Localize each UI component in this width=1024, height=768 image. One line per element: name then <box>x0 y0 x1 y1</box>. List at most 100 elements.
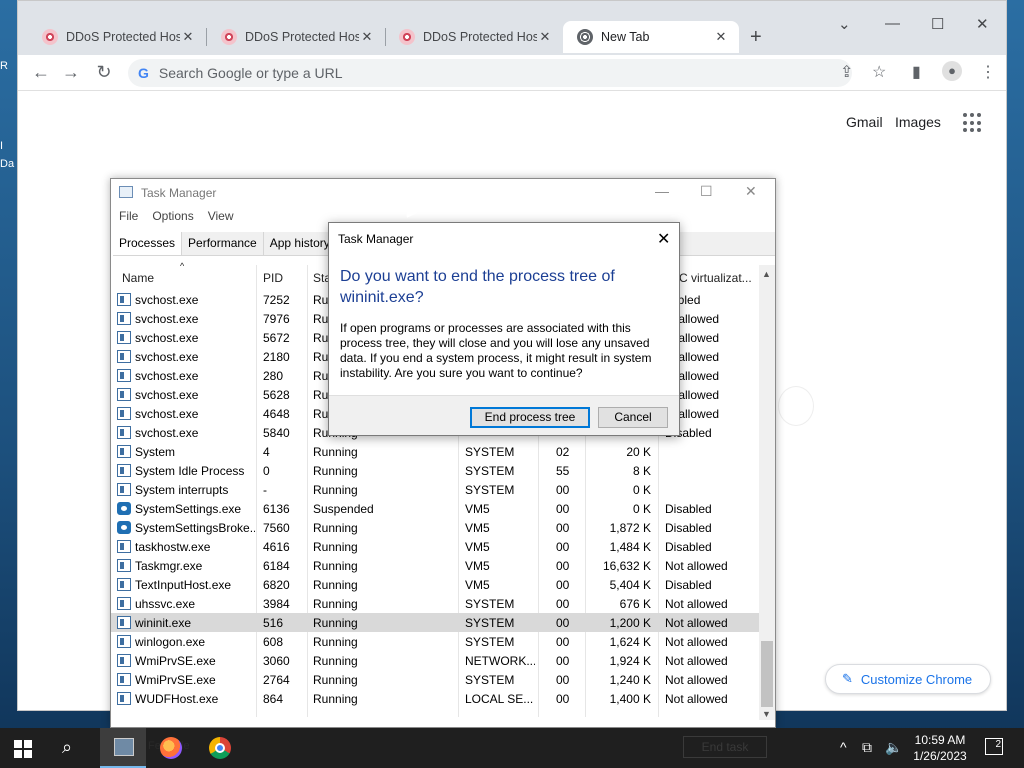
process-row[interactable]: SystemSettingsBroke... 7560 Running VM5 00 1,… <box>111 518 759 537</box>
process-user: SYSTEM <box>465 597 515 611</box>
tab-performance[interactable]: Performance <box>182 232 264 255</box>
gmail-link[interactable]: Gmail <box>846 114 883 130</box>
process-user: VM5 <box>465 559 490 573</box>
bookmark-star-icon[interactable]: ☆ <box>872 62 886 82</box>
tab-ddos-2[interactable]: DDoS Protected Host ✕ <box>207 21 385 53</box>
process-user: VM5 <box>465 521 490 535</box>
maximize-icon[interactable]: ☐ <box>931 15 944 33</box>
process-row[interactable]: wininit.exe 516 Running SYSTEM 00 1,200 K Not … <box>111 613 759 632</box>
column-header-name[interactable]: Name <box>122 271 154 285</box>
tab-processes[interactable]: Processes <box>113 232 183 255</box>
process-cpu: 00 <box>556 692 570 706</box>
process-name: System Idle Process <box>135 464 245 478</box>
volume-icon[interactable]: 🔈 <box>885 739 902 756</box>
process-cpu: 00 <box>556 635 570 649</box>
process-row[interactable]: System Idle Process 0 Running SYSTEM 55 8 K <box>111 461 759 480</box>
menu-kebab-icon[interactable]: ⋮ <box>980 62 996 82</box>
close-tab-icon[interactable]: ✕ <box>713 29 729 45</box>
close-icon[interactable]: ✕ <box>745 183 757 200</box>
search-icon[interactable]: ⌕ <box>62 737 72 758</box>
profile-avatar-icon[interactable]: ● <box>942 61 962 81</box>
new-tab-button[interactable]: + <box>750 26 762 49</box>
omnibox-input[interactable]: G Search Google or type a URL <box>128 59 852 87</box>
task-manager-title: Task Manager <box>141 186 217 200</box>
google-g-icon: G <box>138 65 149 81</box>
process-row[interactable]: System 4 Running SYSTEM 02 20 K <box>111 442 759 461</box>
close-tab-icon[interactable]: ✕ <box>180 29 196 45</box>
process-cpu: 00 <box>556 540 570 554</box>
process-window-icon <box>117 540 131 553</box>
maximize-icon[interactable]: ☐ <box>700 183 713 200</box>
desktop-icon-label[interactable]: Da <box>0 158 14 170</box>
process-status: Running <box>313 635 358 649</box>
column-header-uac-virtualization[interactable]: C virtualizat... <box>679 271 757 285</box>
share-icon[interactable]: ⇪ <box>840 62 853 82</box>
system-clock[interactable]: 10:59 AM 1/26/2023 <box>908 732 972 764</box>
menu-options[interactable]: Options <box>152 209 193 229</box>
tab-app-history[interactable]: App history <box>264 232 337 255</box>
process-user: SYSTEM <box>465 616 515 630</box>
column-header-pid[interactable]: PID <box>263 271 283 285</box>
close-tab-icon[interactable]: ✕ <box>359 29 375 45</box>
process-pid: 280 <box>263 369 284 383</box>
process-cpu: 00 <box>556 597 570 611</box>
end-task-button-ghost[interactable]: End task <box>683 736 767 758</box>
process-row[interactable]: uhssvc.exe 3984 Running SYSTEM 00 676 K Not al… <box>111 594 759 613</box>
reload-icon[interactable]: ↻ <box>93 61 115 83</box>
process-row[interactable]: SystemSettings.exe 6136 Suspended VM5 00 0 K D… <box>111 499 759 518</box>
process-pid: 516 <box>263 616 284 630</box>
desktop-icon-label[interactable]: R <box>0 60 8 72</box>
start-windows-icon[interactable] <box>14 740 32 758</box>
network-icon[interactable]: ⧉ <box>862 739 872 756</box>
process-name: WmiPrvSE.exe <box>135 654 216 668</box>
process-name: TextInputHost.exe <box>135 578 232 592</box>
minimize-icon[interactable]: — <box>885 15 900 32</box>
close-tab-icon[interactable]: ✕ <box>537 29 553 45</box>
process-list-scrollbar[interactable]: ▲ ▼ <box>759 265 775 720</box>
scrollbar-thumb[interactable] <box>761 641 773 707</box>
close-window-icon[interactable]: ✕ <box>976 15 989 33</box>
images-link[interactable]: Images <box>895 114 941 130</box>
process-user: SYSTEM <box>465 483 515 497</box>
tab-new-tab[interactable]: New Tab ✕ <box>563 21 739 53</box>
tab-title: DDoS Protected Host <box>245 30 359 44</box>
end-process-tree-button[interactable]: End process tree <box>470 407 590 428</box>
ddos-favicon-icon <box>221 29 237 45</box>
minimize-icon[interactable]: — <box>655 183 669 199</box>
taskbar-chrome[interactable] <box>200 728 246 768</box>
process-row[interactable]: System interrupts - Running SYSTEM 00 0 K <box>111 480 759 499</box>
process-cpu: 02 <box>556 445 570 459</box>
taskbar-firefox[interactable] <box>152 728 198 768</box>
process-memory: 676 K <box>619 597 651 611</box>
tab-ddos-1[interactable]: DDoS Protected Host ✕ <box>28 21 206 53</box>
process-row[interactable]: WmiPrvSE.exe 3060 Running NETWORK... 00 1,924… <box>111 651 759 670</box>
process-row[interactable]: winlogon.exe 608 Running SYSTEM 00 1,624 K Not… <box>111 632 759 651</box>
show-hidden-icons-chevron-icon[interactable]: ^ <box>840 739 847 755</box>
taskbar-task-manager[interactable] <box>100 728 146 768</box>
close-icon[interactable]: ✕ <box>657 229 670 249</box>
process-row[interactable]: TextInputHost.exe 6820 Running VM5 00 5,404 K… <box>111 575 759 594</box>
side-panel-icon[interactable]: ▮ <box>912 62 921 82</box>
process-pid: 2180 <box>263 350 290 364</box>
process-row[interactable]: WmiPrvSE.exe 2764 Running SYSTEM 00 1,240 K No… <box>111 670 759 689</box>
tab-ddos-3[interactable]: DDoS Protected Host ✕ <box>385 21 563 53</box>
back-arrow-icon[interactable]: ← <box>30 61 52 83</box>
tab-search-chevron-icon[interactable]: ⌄ <box>838 15 851 33</box>
process-memory: 1,240 K <box>609 673 651 687</box>
forward-arrow-icon[interactable]: → <box>60 61 82 83</box>
process-row[interactable]: Taskmgr.exe 6184 Running VM5 00 16,632 K Not a… <box>111 556 759 575</box>
menu-file[interactable]: File <box>119 209 138 229</box>
notification-center-icon[interactable]: 2 <box>985 738 1003 755</box>
process-window-icon <box>117 654 131 667</box>
google-apps-grid-icon[interactable] <box>963 113 983 133</box>
desktop-icon-label[interactable]: I <box>0 140 3 152</box>
shortcut-tile-ghost <box>778 386 814 426</box>
cancel-button[interactable]: Cancel <box>598 407 668 428</box>
customize-chrome-button[interactable]: ✎ Customize Chrome <box>825 664 991 694</box>
process-name: svchost.exe <box>135 369 199 383</box>
process-row[interactable]: taskhostw.exe 4616 Running VM5 00 1,484 K Disa… <box>111 537 759 556</box>
scroll-down-icon[interactable]: ▼ <box>762 709 771 719</box>
process-row[interactable]: WUDFHost.exe 864 Running LOCAL SE... 00 1,400… <box>111 689 759 708</box>
menu-view[interactable]: View <box>208 209 234 229</box>
scroll-up-icon[interactable]: ▲ <box>762 269 771 279</box>
